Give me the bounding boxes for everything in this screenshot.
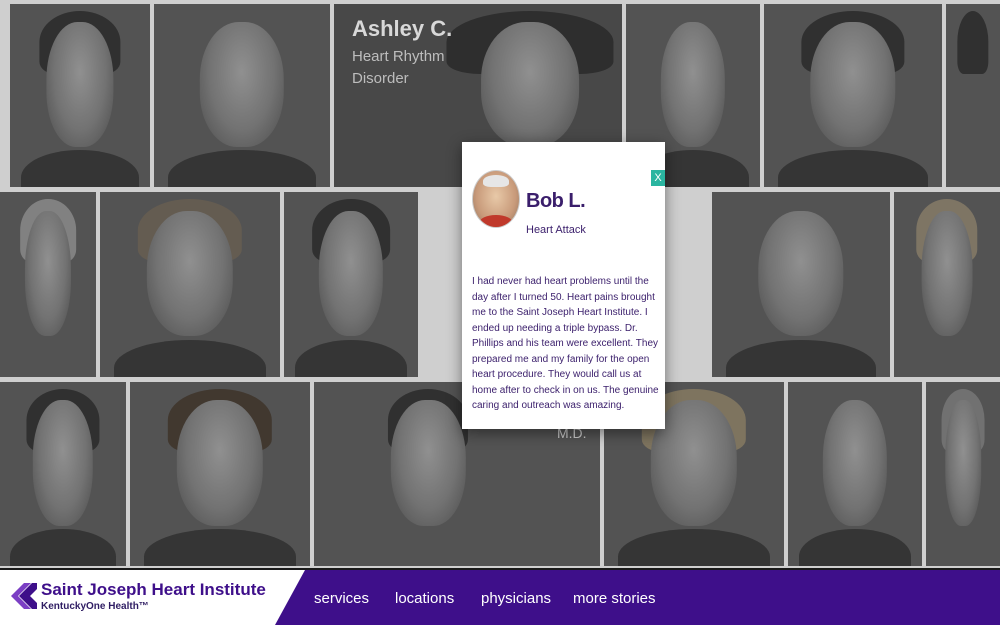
portrait-tile[interactable] [0,382,126,566]
brand-name[interactable]: Saint Joseph Heart Institute [41,580,266,600]
portrait-tile[interactable] [788,382,922,566]
nav-locations[interactable]: locations [395,590,454,607]
close-button[interactable]: X [651,170,665,186]
nav-more-stories[interactable]: more stories [573,590,656,607]
portrait-tile[interactable] [0,192,96,377]
portrait-tile[interactable] [926,382,1000,566]
portrait-tile[interactable] [894,192,1000,377]
nav-physicians[interactable]: physicians [481,590,551,607]
story-condition-line: Heart Rhythm [352,48,445,65]
testimonial-popup: X Bob L. Heart Attack I had never had he… [462,142,665,429]
portrait-tile[interactable] [154,4,330,187]
patient-name: Bob L. [526,190,586,212]
kentuckyone-logo-icon [11,583,37,609]
portrait-tile[interactable] [712,192,890,377]
portrait-tile[interactable] [130,382,310,566]
nav-services[interactable]: services [314,590,369,607]
patient-condition: Heart Attack [526,224,586,236]
story-name: Ashley C. [352,16,453,41]
testimonial-text: I had never had heart problems until the… [472,276,659,411]
portrait-tile[interactable] [764,4,942,187]
portrait-tile[interactable] [284,192,418,377]
brand-subtitle: KentuckyOne Health™ [41,601,149,612]
story-condition: Heart Rhythm Disorder [352,46,445,90]
portrait-tile[interactable] [946,4,1000,187]
portrait-tile[interactable] [100,192,280,377]
avatar [472,170,520,228]
portrait-tile[interactable] [10,4,150,187]
story-condition-line: Disorder [352,70,409,87]
